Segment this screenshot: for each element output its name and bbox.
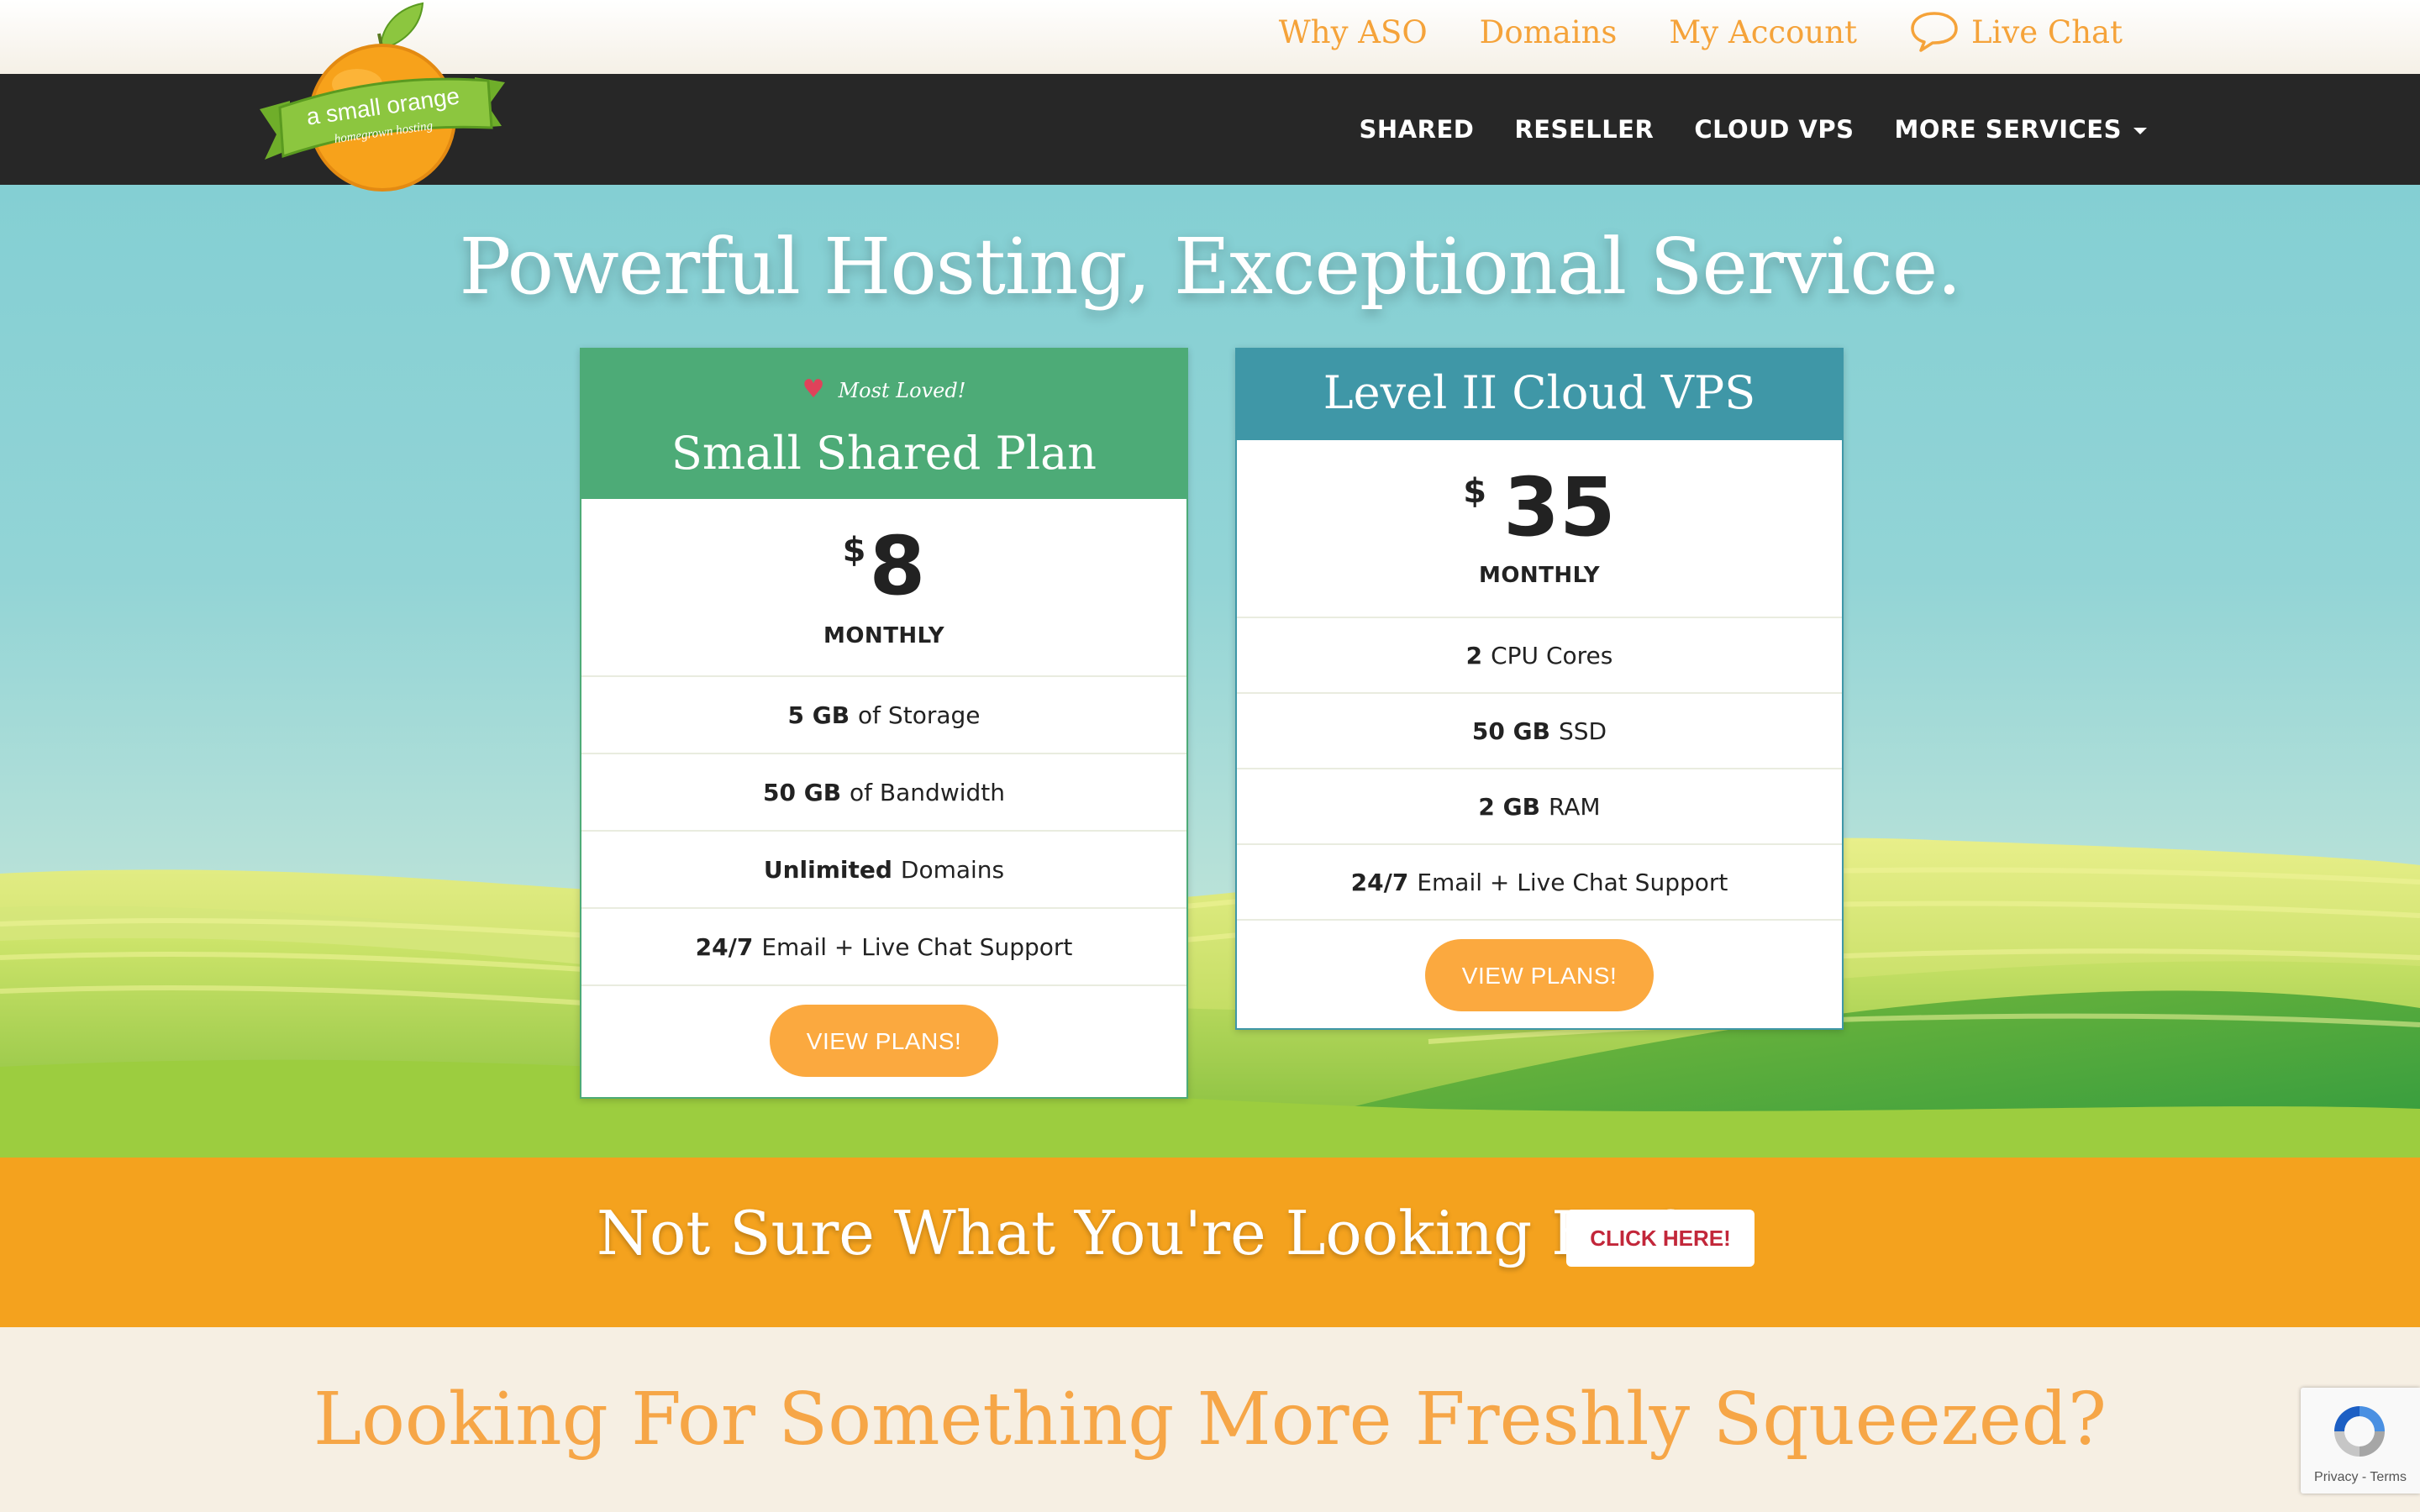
feature-row: Unlimited Domains xyxy=(581,832,1186,909)
my-account-link[interactable]: My Account xyxy=(1669,14,1857,50)
feature-row: 24/7 Email + Live Chat Support xyxy=(581,909,1186,986)
nav-shared[interactable]: SHARED xyxy=(1360,115,1475,144)
feature-text: RAM xyxy=(1548,792,1601,821)
plan-card-header: ♥ Most Loved! Small Shared Plan xyxy=(581,349,1186,499)
feature-row: 2 CPU Cores xyxy=(1237,618,1842,694)
feature-text: SSD xyxy=(1558,717,1607,745)
bottom-section: Looking For Something More Freshly Squee… xyxy=(0,1327,2420,1512)
nav-reseller[interactable]: RESELLER xyxy=(1514,115,1654,144)
live-chat-link[interactable]: Live Chat xyxy=(1909,10,2123,54)
price-period: MONTHLY xyxy=(1478,563,1601,588)
top-links: Why ASO Domains My Account Live Chat xyxy=(1279,10,2123,54)
price: $35 xyxy=(1237,460,1842,554)
feature-text: Domains xyxy=(900,855,1005,884)
feature-value: Unlimited xyxy=(763,855,892,884)
feature-text: of Storage xyxy=(858,701,981,729)
view-plans-button[interactable]: VIEW PLANS! xyxy=(770,1005,998,1077)
domains-link[interactable]: Domains xyxy=(1480,14,1618,50)
feature-text: Email + Live Chat Support xyxy=(1417,868,1728,896)
heart-icon: ♥ xyxy=(802,375,825,404)
feature-value: 5 GB xyxy=(787,701,850,729)
feature-text: CPU Cores xyxy=(1491,641,1613,669)
feature-value: 50 GB xyxy=(763,778,842,806)
help-band: Not Sure What You're Looking For? CLICK … xyxy=(0,1158,2420,1327)
feature-value: 2 GB xyxy=(1478,792,1540,821)
plan-name: Level II Cloud VPS xyxy=(1323,366,1756,419)
recaptcha-icon xyxy=(2334,1406,2385,1457)
hero-section: Powerful Hosting, Exceptional Service. ♥… xyxy=(0,185,2420,1158)
nav-cloud-vps[interactable]: CLOUD VPS xyxy=(1694,115,1854,144)
price-box: $35 MONTHLY xyxy=(1237,440,1842,618)
feature-row: 50 GB of Bandwidth xyxy=(581,754,1186,832)
help-band-text: Not Sure What You're Looking For? xyxy=(597,1198,1688,1268)
most-loved-label: Most Loved! xyxy=(838,379,966,402)
recaptcha-badge[interactable]: Privacy - Terms xyxy=(2301,1388,2420,1494)
feature-text: Email + Live Chat Support xyxy=(761,932,1073,961)
plan-card-vps: Level II Cloud VPS $35 MONTHLY 2 CPU Core… xyxy=(1235,348,1844,1030)
chevron-down-icon xyxy=(2133,128,2147,134)
feature-value: 24/7 xyxy=(1350,868,1409,896)
feature-row: 5 GB of Storage xyxy=(581,677,1186,754)
price-value: 35 xyxy=(1503,460,1616,554)
price-box: $8 MONTHLY xyxy=(581,499,1186,677)
feature-row: 24/7 Email + Live Chat Support xyxy=(1237,845,1842,921)
click-here-button[interactable]: CLICK HERE! xyxy=(1566,1210,1754,1267)
nav-links: SHARED RESELLER CLOUD VPS MORE SERVICES xyxy=(1360,74,2147,185)
price-period: MONTHLY xyxy=(823,623,945,648)
feature-value: 24/7 xyxy=(695,932,754,961)
plan-name: Small Shared Plan xyxy=(671,427,1097,480)
recaptcha-links[interactable]: Privacy - Terms xyxy=(2301,1470,2420,1485)
feature-value: 50 GB xyxy=(1471,717,1550,745)
button-row: VIEW PLANS! xyxy=(1237,921,1842,1011)
plan-card-shared: ♥ Most Loved! Small Shared Plan $8 MONTHL… xyxy=(580,348,1188,1099)
price-value: 8 xyxy=(869,519,926,613)
price: $8 xyxy=(581,519,1186,613)
chat-bubble-icon xyxy=(1911,12,1958,52)
hero-title: Powerful Hosting, Exceptional Service. xyxy=(459,222,1961,312)
why-aso-link[interactable]: Why ASO xyxy=(1279,14,1428,50)
currency-symbol: $ xyxy=(842,531,866,570)
nav-more-services[interactable]: MORE SERVICES xyxy=(1894,115,2147,144)
button-row: VIEW PLANS! xyxy=(581,986,1186,1077)
view-plans-button[interactable]: VIEW PLANS! xyxy=(1425,939,1654,1011)
feature-text: of Bandwidth xyxy=(850,778,1005,806)
live-chat-label: Live Chat xyxy=(1970,13,2123,50)
plan-card-header: Level II Cloud VPS xyxy=(1237,349,1842,440)
feature-value: 2 xyxy=(1465,641,1483,669)
feature-row: 2 GB RAM xyxy=(1237,769,1842,845)
feature-row: 50 GB SSD xyxy=(1237,694,1842,769)
currency-symbol: $ xyxy=(1463,472,1487,511)
hills-background xyxy=(0,837,2420,1158)
logo[interactable]: a small orange homegrown hosting xyxy=(256,0,508,202)
section-title: Looking For Something More Freshly Squee… xyxy=(313,1378,2107,1462)
nav-more-services-label: MORE SERVICES xyxy=(1894,115,2122,144)
most-loved-badge: ♥ Most Loved! xyxy=(581,375,1186,404)
